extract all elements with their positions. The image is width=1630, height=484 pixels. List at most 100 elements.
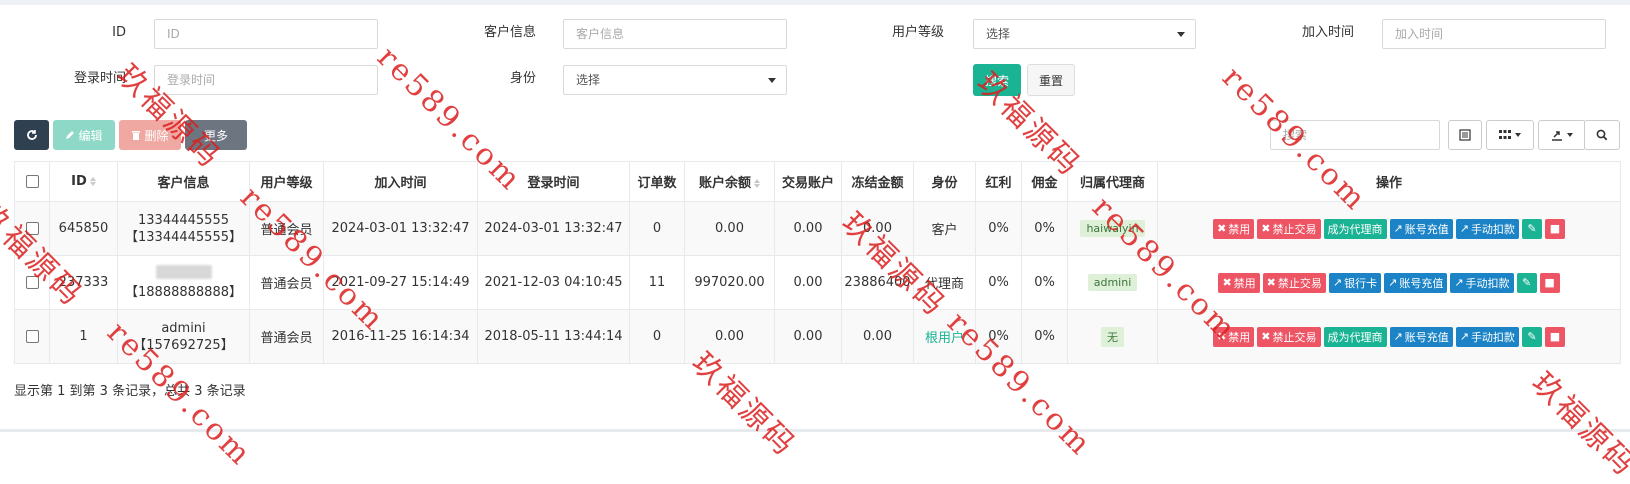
table-row: 645850 13344445555 【13344445555】 普通会员 202…: [14, 201, 1621, 256]
close-icon: ✖: [1261, 330, 1271, 343]
delete-row-button[interactable]: ■: [1544, 218, 1565, 239]
export-button[interactable]: [1538, 120, 1586, 150]
bank-card-button[interactable]: ↗ 银行卡: [1328, 272, 1382, 293]
disable-label: 禁用: [1233, 276, 1256, 290]
close-icon: ✖: [1222, 276, 1232, 289]
cell-trade-account: 0.00: [774, 309, 842, 364]
refresh-icon: [26, 130, 37, 140]
cell-level: 普通会员: [249, 201, 324, 256]
external-link-icon: ↗: [1332, 276, 1343, 289]
chevron-down-icon: [1515, 133, 1521, 137]
filter-identity-select[interactable]: 选择: [563, 65, 787, 95]
cell-agent: haiwaiyin: [1067, 201, 1158, 256]
toggle-view-button[interactable]: [1448, 120, 1482, 150]
delete-button[interactable]: 删除: [119, 120, 181, 150]
external-link-icon: ↗: [1459, 330, 1469, 343]
header-identity: 身份: [913, 161, 976, 202]
disable-trade-label: 禁止交易: [1272, 222, 1317, 236]
delete-row-button[interactable]: ■: [1539, 272, 1560, 293]
header-frozen: 冻结金额: [841, 161, 914, 202]
customer-line1: admini: [161, 320, 206, 336]
disable-trade-label: 禁止交易: [1272, 330, 1317, 344]
recharge-label: 账号充值: [1404, 222, 1449, 236]
cell-actions: ✖ 禁用 ✖ 禁止交易 成为代理商 ↗ 账号充值 ↗ 手动扣款 ✎ ■: [1157, 309, 1621, 364]
cell-customer: 【18888888888】: [117, 255, 250, 310]
search-button[interactable]: 搜索: [973, 64, 1021, 96]
make-agent-button[interactable]: 成为代理商: [1323, 326, 1387, 347]
cell-join-time: 2024-03-01 13:32:47: [323, 201, 478, 256]
row-checkbox[interactable]: [14, 201, 50, 256]
recharge-button[interactable]: ↗ 账号充值: [1389, 218, 1453, 239]
reset-button-label: 重置: [1038, 73, 1063, 88]
pencil-icon: ✎: [1527, 330, 1537, 343]
row-checkbox[interactable]: [14, 255, 50, 310]
cell-identity: 代理商: [913, 255, 976, 310]
cell-bonus: 0%: [975, 201, 1022, 256]
refresh-button[interactable]: [14, 120, 49, 150]
columns-button[interactable]: [1486, 120, 1534, 150]
search-toggle-button[interactable]: [1584, 120, 1620, 150]
filter-join-time-input[interactable]: [1382, 19, 1606, 49]
more-button[interactable]: 更多: [185, 120, 247, 150]
filter-level-select[interactable]: 选择: [973, 19, 1196, 49]
blurred-name: [155, 264, 212, 279]
cell-balance: 0.00: [684, 309, 775, 364]
filter-customer-input[interactable]: [563, 19, 787, 49]
cell-orders: 0: [629, 201, 685, 256]
edit-row-button[interactable]: ✎: [1516, 272, 1537, 293]
table-search-input[interactable]: [1270, 120, 1440, 150]
filter-login-time-input[interactable]: [154, 65, 378, 95]
edit-button[interactable]: 编辑: [53, 120, 115, 150]
header-id[interactable]: ID: [49, 161, 118, 202]
cell-frozen: 0.00: [841, 309, 914, 364]
make-agent-button[interactable]: 成为代理商: [1323, 218, 1387, 239]
delete-row-button[interactable]: ■: [1544, 326, 1565, 347]
filter-identity-value: 选择: [576, 73, 601, 87]
filter-id-input[interactable]: [154, 19, 378, 49]
disable-button[interactable]: ✖ 禁用: [1218, 272, 1260, 293]
deduct-button[interactable]: ↗ 手动扣款: [1455, 326, 1519, 347]
top-strip: [0, 0, 1630, 5]
chevron-down-icon: [1177, 32, 1185, 37]
filter-level-label: 用户等级: [891, 25, 944, 40]
cell-commission: 0%: [1021, 201, 1068, 256]
header-customer: 客户信息: [117, 161, 250, 202]
filter-login-time-label: 登录时间: [73, 71, 126, 86]
edit-row-button[interactable]: ✎: [1521, 218, 1542, 239]
customer-line2: 【13344445555】: [125, 229, 242, 245]
cell-identity: 客户: [913, 201, 976, 256]
close-icon: ✖: [1266, 276, 1276, 289]
chevron-down-icon: [768, 78, 776, 83]
external-link-icon: ↗: [1393, 222, 1403, 235]
header-agent: 归属代理商: [1067, 161, 1158, 202]
recharge-button[interactable]: ↗ 账号充值: [1384, 272, 1448, 293]
header-level: 用户等级: [249, 161, 324, 202]
customer-line2: 【157692725】: [133, 337, 234, 353]
deduct-button[interactable]: ↗ 手动扣款: [1450, 272, 1514, 293]
close-icon: ✖: [1217, 330, 1227, 343]
reset-button[interactable]: 重置: [1027, 64, 1075, 96]
disable-trade-button[interactable]: ✖ 禁止交易: [1262, 272, 1326, 293]
disable-button[interactable]: ✖ 禁用: [1213, 218, 1255, 239]
select-all-checkbox[interactable]: [14, 161, 50, 202]
delete-button-label: 删除: [144, 128, 169, 143]
table-row: 1 admini 【157692725】 普通会员 2016-11-25 16:1…: [14, 309, 1621, 364]
edit-row-button[interactable]: ✎: [1521, 326, 1542, 347]
disable-trade-button[interactable]: ✖ 禁止交易: [1257, 326, 1321, 347]
header-commission: 佣金: [1021, 161, 1068, 202]
disable-button[interactable]: ✖ 禁用: [1213, 326, 1255, 347]
cell-customer: admini 【157692725】: [117, 309, 250, 364]
recharge-button[interactable]: ↗ 账号充值: [1389, 326, 1453, 347]
disable-label: 禁用: [1228, 330, 1251, 344]
deduct-button[interactable]: ↗ 手动扣款: [1455, 218, 1519, 239]
cell-balance: 0.00: [684, 201, 775, 256]
close-icon: ✖: [1217, 222, 1227, 235]
header-login-time: 登录时间: [477, 161, 630, 202]
deduct-label: 手动扣款: [1470, 330, 1515, 344]
cell-id: 237333: [49, 255, 118, 310]
external-link-icon: ↗: [1459, 222, 1469, 235]
disable-trade-button[interactable]: ✖ 禁止交易: [1257, 218, 1321, 239]
row-checkbox[interactable]: [14, 309, 50, 364]
sort-icon: [754, 179, 760, 188]
header-balance[interactable]: 账户余额: [684, 161, 775, 202]
